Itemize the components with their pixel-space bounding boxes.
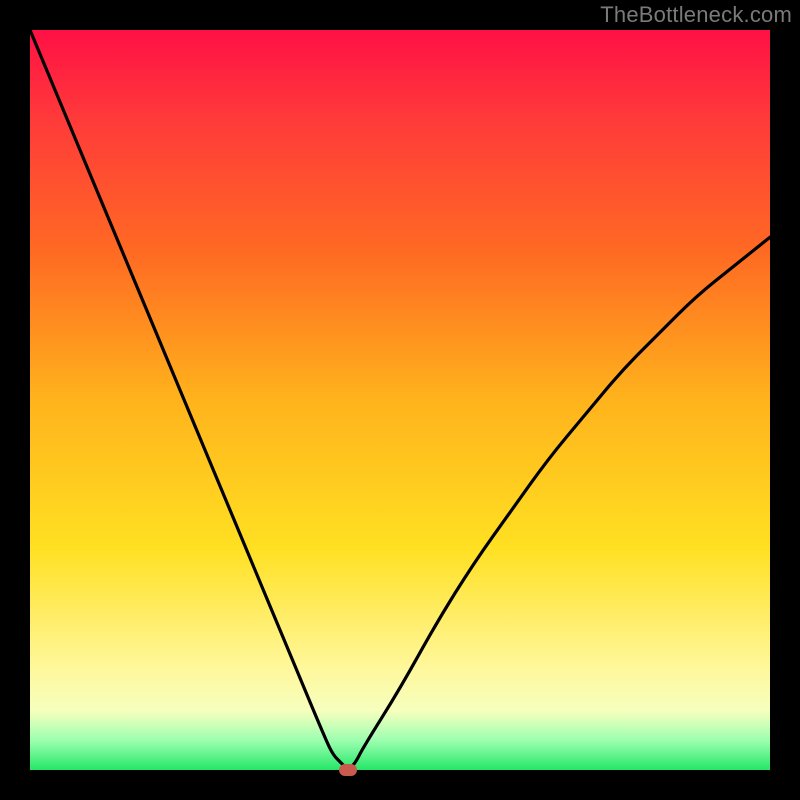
optimum-marker — [339, 764, 357, 776]
plot-area — [30, 30, 770, 770]
bottleneck-curve — [30, 30, 770, 770]
watermark-text: TheBottleneck.com — [600, 2, 792, 28]
chart-stage: TheBottleneck.com — [0, 0, 800, 800]
